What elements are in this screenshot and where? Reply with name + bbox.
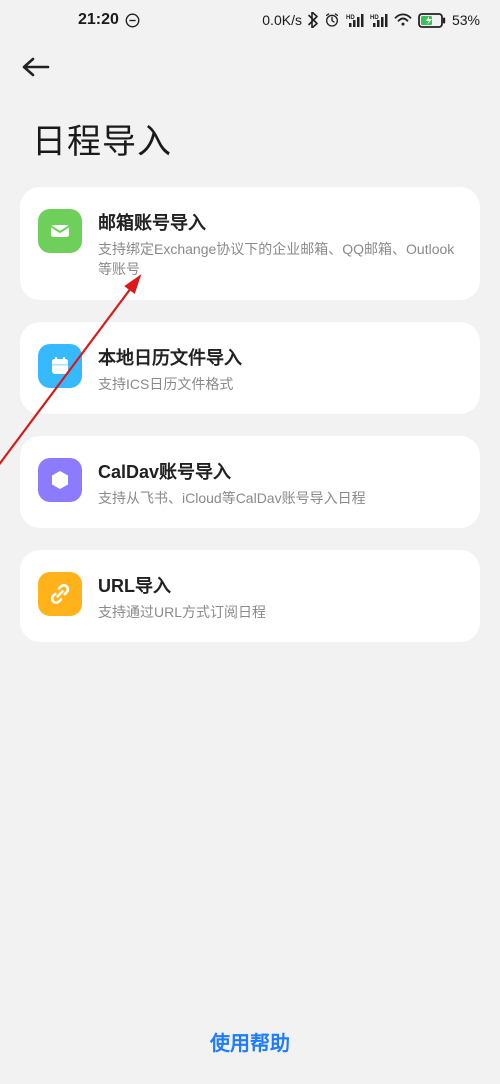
status-bar: 21:20 0.0K/s HD HD 53% <box>0 0 500 40</box>
dnd-icon <box>125 13 140 28</box>
import-option-subtitle: 支持绑定Exchange协议下的企业邮箱、QQ邮箱、Outlook等账号 <box>98 239 462 280</box>
import-option-title: CalDav账号导入 <box>98 458 462 484</box>
import-option-title: 本地日历文件导入 <box>98 344 462 370</box>
import-option-title: URL导入 <box>98 572 462 598</box>
calendar-icon <box>38 344 82 388</box>
wifi-icon <box>394 13 412 27</box>
arrow-left-icon <box>21 56 51 81</box>
mail-icon <box>38 209 82 253</box>
import-option-subtitle: 支持ICS日历文件格式 <box>98 374 462 394</box>
back-button[interactable] <box>16 48 56 88</box>
page-title: 日程导入 <box>0 96 500 187</box>
import-option-title: 邮箱账号导入 <box>98 209 462 235</box>
signal-1-icon: HD <box>346 13 364 27</box>
bluetooth-icon <box>308 12 318 28</box>
help-button[interactable]: 使用帮助 <box>0 1027 500 1056</box>
status-time: 21:20 <box>78 11 119 29</box>
hexagon-icon <box>38 458 82 502</box>
import-option-subtitle: 支持通过URL方式订阅日程 <box>98 602 462 622</box>
nav-row <box>0 40 500 96</box>
status-netspeed: 0.0K/s <box>262 12 302 28</box>
signal-2-icon: HD <box>370 13 388 27</box>
import-option-local-file[interactable]: 本地日历文件导入 支持ICS日历文件格式 <box>20 322 480 414</box>
import-option-email[interactable]: 邮箱账号导入 支持绑定Exchange协议下的企业邮箱、QQ邮箱、Outlook… <box>20 187 480 300</box>
import-option-url[interactable]: URL导入 支持通过URL方式订阅日程 <box>20 550 480 642</box>
import-option-caldav[interactable]: CalDav账号导入 支持从飞书、iCloud等CalDav账号导入日程 <box>20 436 480 528</box>
battery-icon <box>418 13 446 28</box>
import-option-list: 邮箱账号导入 支持绑定Exchange协议下的企业邮箱、QQ邮箱、Outlook… <box>0 187 500 642</box>
status-battery-pct: 53% <box>452 12 480 28</box>
alarm-icon <box>324 12 340 28</box>
import-option-subtitle: 支持从飞书、iCloud等CalDav账号导入日程 <box>98 488 462 508</box>
link-icon <box>38 572 82 616</box>
